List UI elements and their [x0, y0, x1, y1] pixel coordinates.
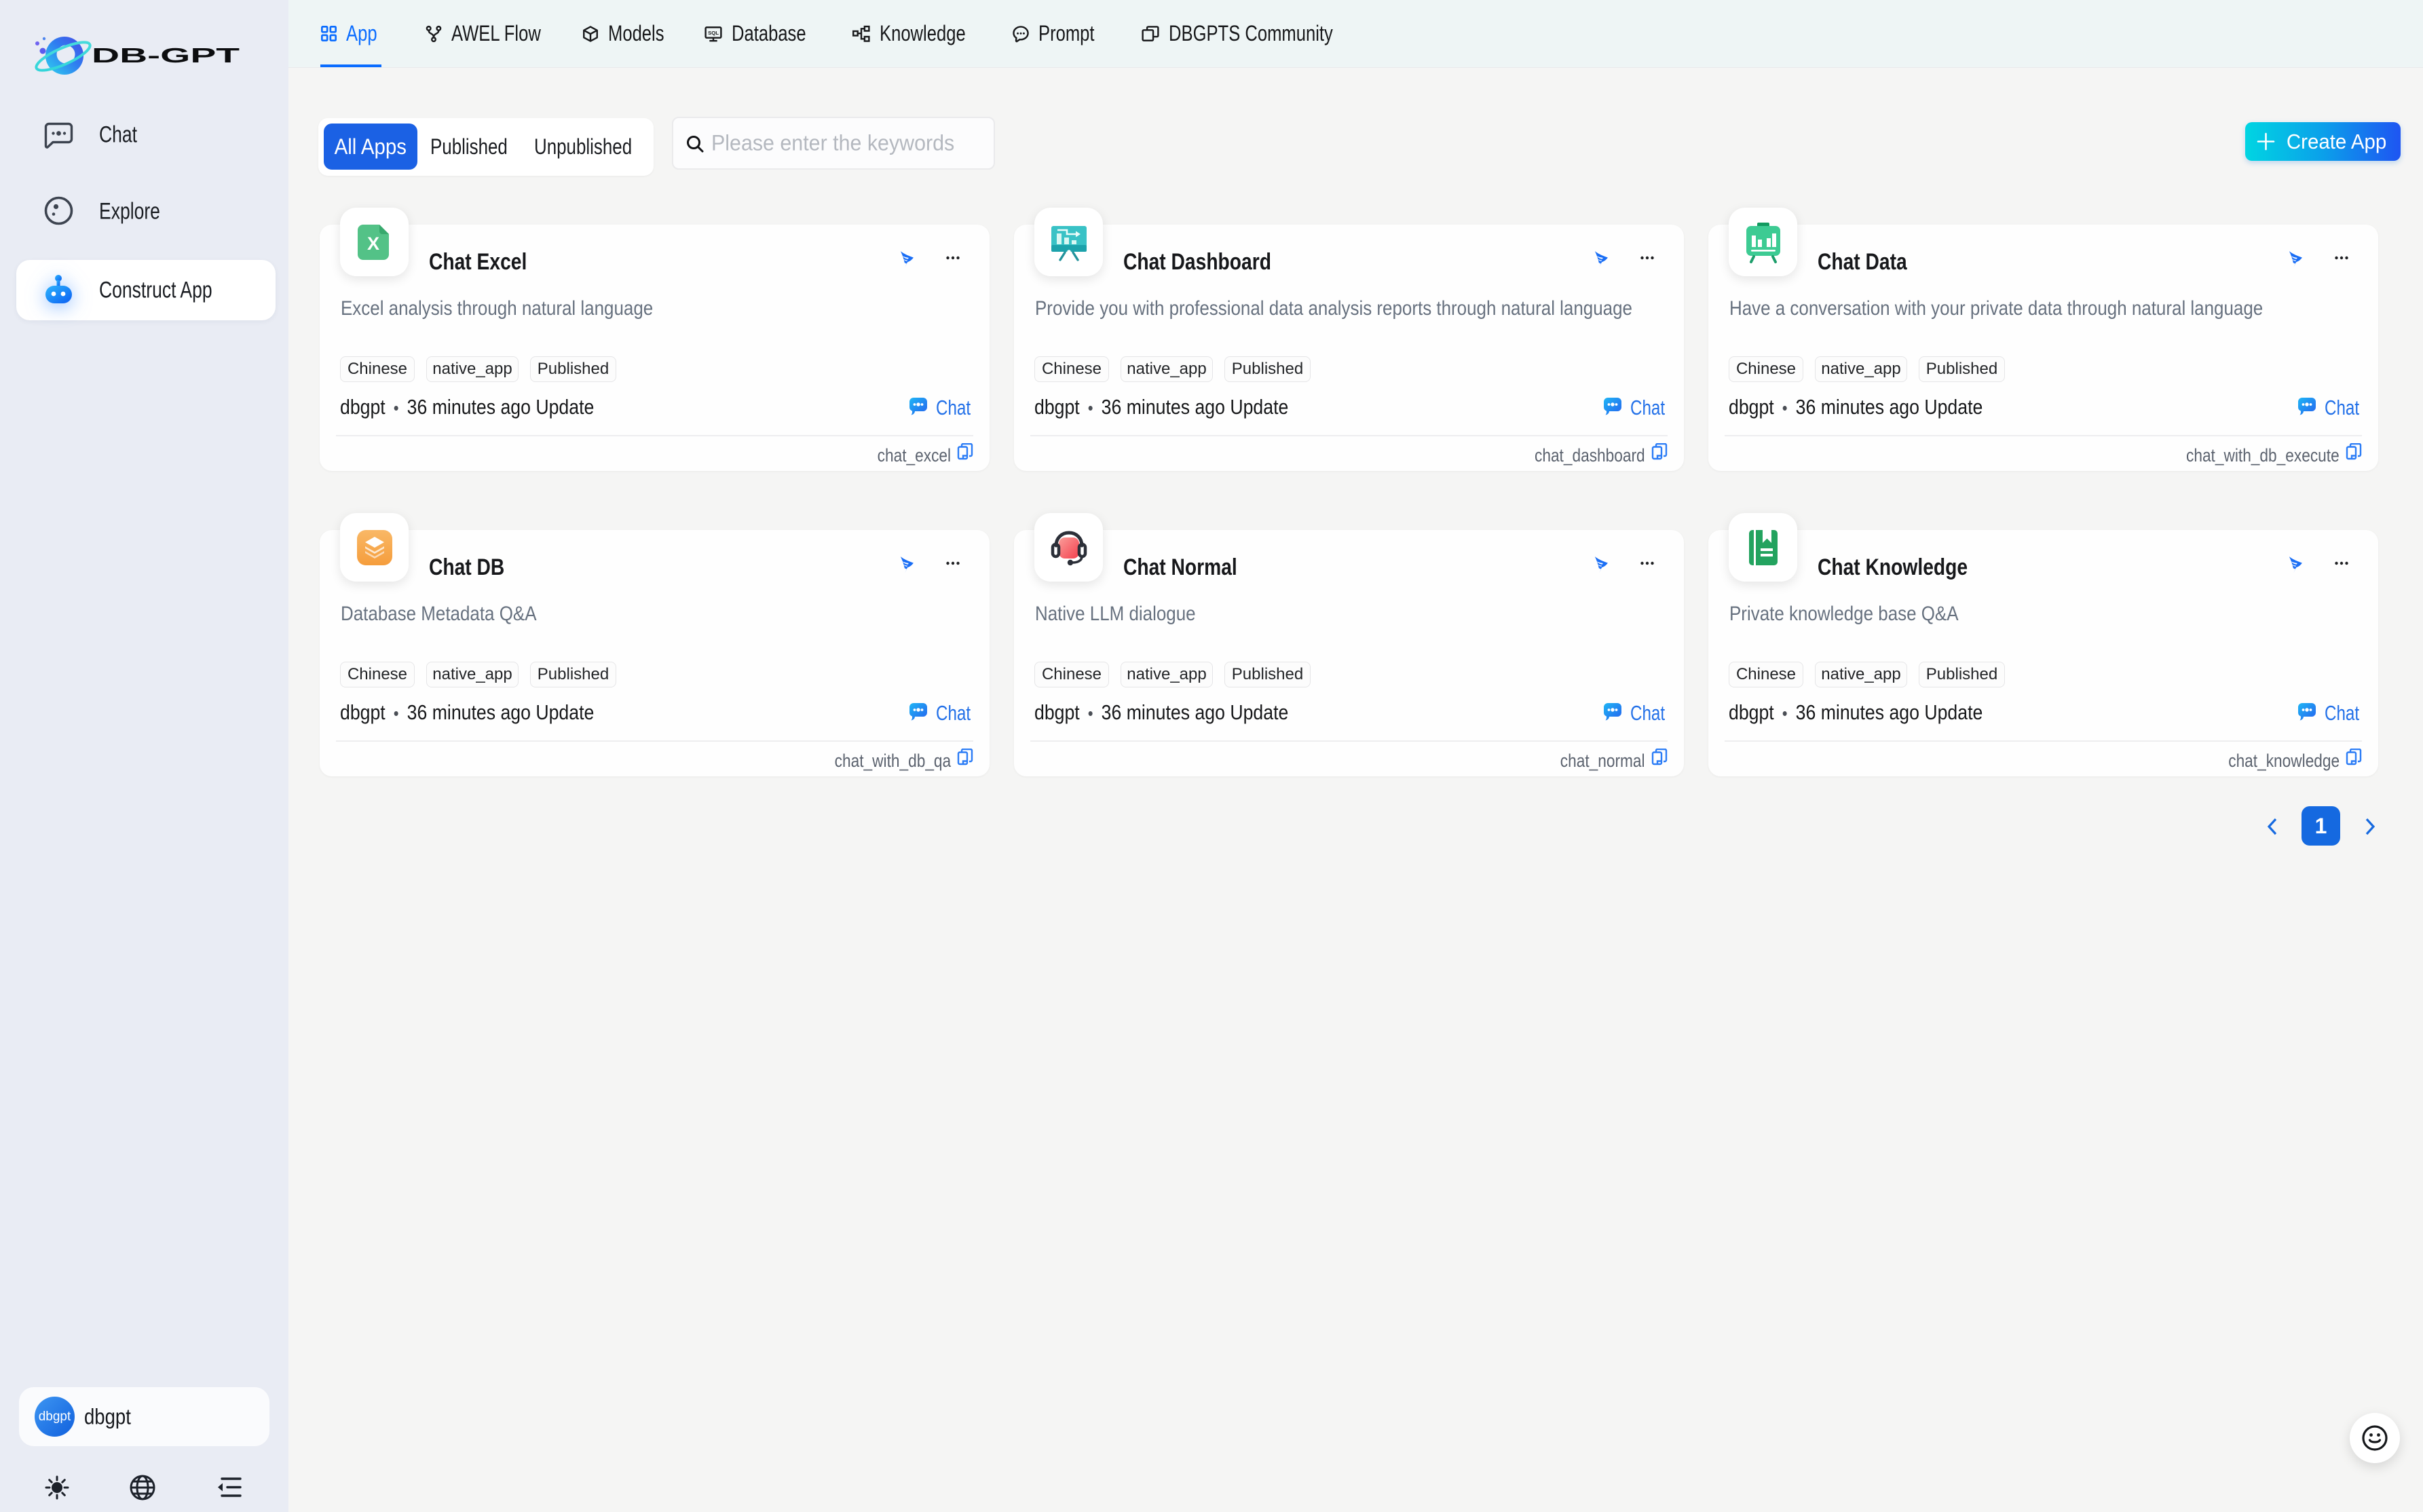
svg-text:DB-GPT: DB-GPT [92, 43, 240, 67]
svg-text:SQL: SQL [708, 30, 719, 36]
svg-text:X: X [367, 233, 379, 254]
